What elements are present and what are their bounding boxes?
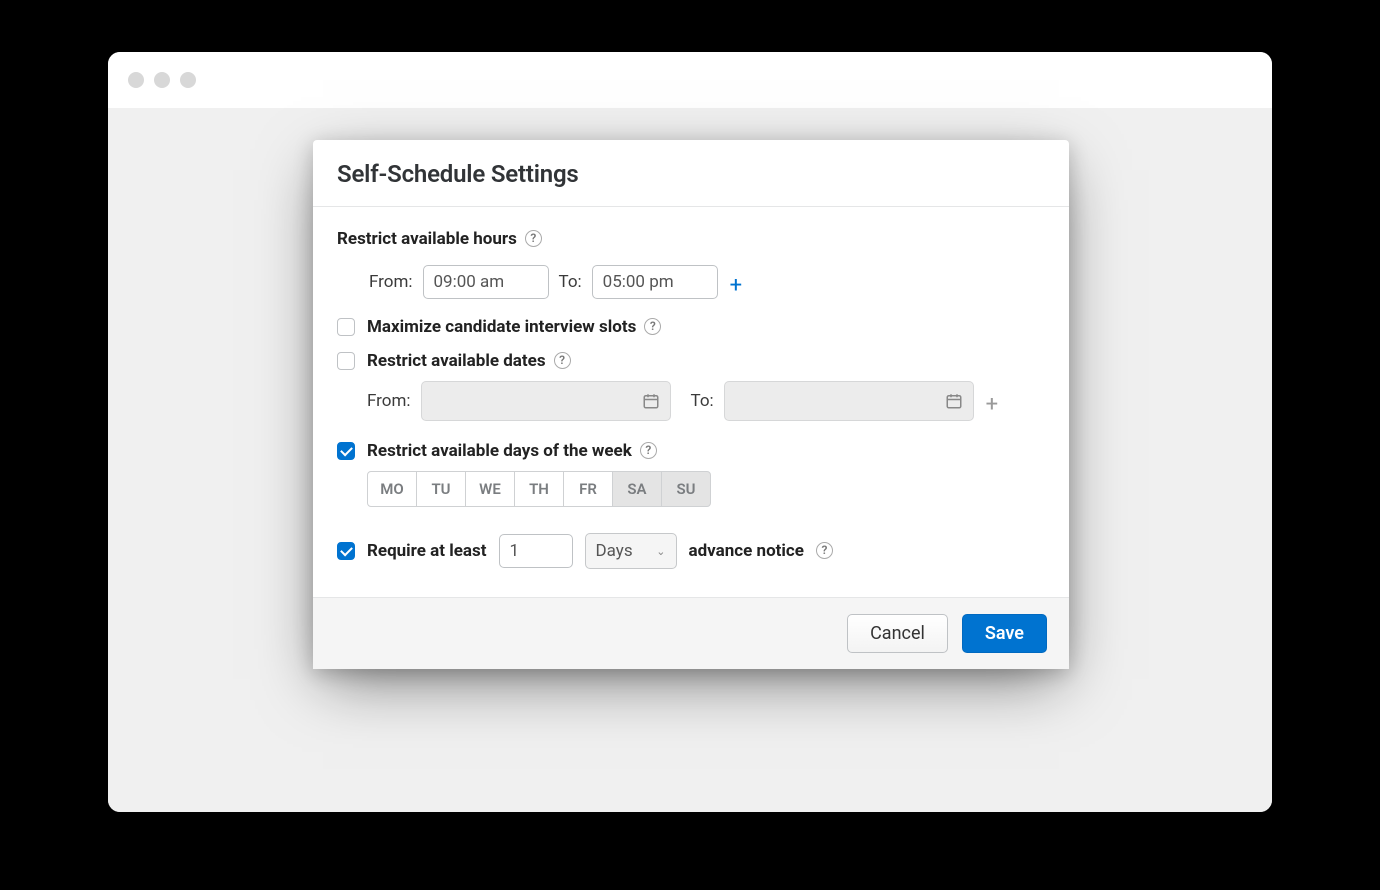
save-button[interactable]: Save xyxy=(962,614,1047,653)
day-toggle-fr[interactable]: FR xyxy=(563,471,613,507)
day-toggle-tu[interactable]: TU xyxy=(416,471,466,507)
day-toggle-group: MO TU WE TH FR SA SU xyxy=(367,471,1045,507)
dates-from-input[interactable] xyxy=(421,381,671,421)
hours-from-input[interactable]: 09:00 am xyxy=(423,265,549,299)
restrict-hours-text: Restrict available hours xyxy=(337,229,517,249)
restrict-days-row: Restrict available days of the week ? xyxy=(337,441,1045,461)
day-toggle-sa[interactable]: SA xyxy=(612,471,662,507)
cancel-button[interactable]: Cancel xyxy=(847,614,948,653)
modal-title: Self-Schedule Settings xyxy=(337,160,1045,188)
browser-titlebar xyxy=(108,52,1272,108)
calendar-icon xyxy=(642,392,660,410)
modal-header: Self-Schedule Settings xyxy=(313,140,1069,207)
maximize-slots-label: Maximize candidate interview slots ? xyxy=(367,317,661,337)
hours-row: From: 09:00 am To: 05:00 pm + xyxy=(369,265,1045,299)
advance-notice-value-input[interactable]: 1 xyxy=(499,534,573,568)
help-icon[interactable]: ? xyxy=(525,230,542,247)
add-hours-range-button[interactable]: + xyxy=(728,275,744,297)
restrict-dates-label: Restrict available dates ? xyxy=(367,351,571,371)
browser-frame: Self-Schedule Settings Restrict availabl… xyxy=(108,52,1272,812)
day-toggle-mo[interactable]: MO xyxy=(367,471,417,507)
advance-notice-unit-text: Days xyxy=(596,541,633,561)
help-icon[interactable]: ? xyxy=(644,318,661,335)
hours-to-input[interactable]: 05:00 pm xyxy=(592,265,718,299)
restrict-hours-label: Restrict available hours ? xyxy=(337,229,542,249)
help-icon[interactable]: ? xyxy=(640,442,657,459)
restrict-dates-checkbox[interactable] xyxy=(337,352,355,370)
advance-notice-row: Require at least 1 Days ⌄ advance notice… xyxy=(337,533,1045,569)
restrict-days-text: Restrict available days of the week xyxy=(367,441,632,461)
window-close-icon[interactable] xyxy=(128,72,144,88)
dates-from-label: From: xyxy=(367,391,411,411)
add-dates-range-button[interactable]: + xyxy=(984,394,1000,416)
advance-notice-checkbox[interactable] xyxy=(337,542,355,560)
advance-notice-after-label: advance notice xyxy=(689,541,804,561)
window-minimize-icon[interactable] xyxy=(154,72,170,88)
restrict-dates-text: Restrict available dates xyxy=(367,351,546,371)
self-schedule-settings-modal: Self-Schedule Settings Restrict availabl… xyxy=(313,140,1069,669)
dates-to-input[interactable] xyxy=(724,381,974,421)
restrict-days-label: Restrict available days of the week ? xyxy=(367,441,657,461)
window-maximize-icon[interactable] xyxy=(180,72,196,88)
restrict-dates-row: Restrict available dates ? xyxy=(337,351,1045,371)
modal-body: Restrict available hours ? From: 09:00 a… xyxy=(313,207,1069,597)
help-icon[interactable]: ? xyxy=(816,542,833,559)
chevron-down-icon: ⌄ xyxy=(656,545,665,558)
day-toggle-we[interactable]: WE xyxy=(465,471,515,507)
dates-range-row: From: To: xyxy=(367,381,1045,421)
hours-from-label: From: xyxy=(369,272,413,292)
hours-to-label: To: xyxy=(559,272,582,292)
restrict-days-checkbox[interactable] xyxy=(337,442,355,460)
modal-footer: Cancel Save xyxy=(313,597,1069,669)
advance-notice-before-label: Require at least xyxy=(367,541,487,561)
maximize-slots-row: Maximize candidate interview slots ? xyxy=(337,317,1045,337)
advance-notice-unit-select[interactable]: Days ⌄ xyxy=(585,533,677,569)
maximize-slots-checkbox[interactable] xyxy=(337,318,355,336)
viewport: Self-Schedule Settings Restrict availabl… xyxy=(108,108,1272,812)
calendar-icon xyxy=(945,392,963,410)
dates-to-label: To: xyxy=(691,391,714,411)
maximize-slots-text: Maximize candidate interview slots xyxy=(367,317,636,337)
day-toggle-su[interactable]: SU xyxy=(661,471,711,507)
day-toggle-th[interactable]: TH xyxy=(514,471,564,507)
help-icon[interactable]: ? xyxy=(554,352,571,369)
